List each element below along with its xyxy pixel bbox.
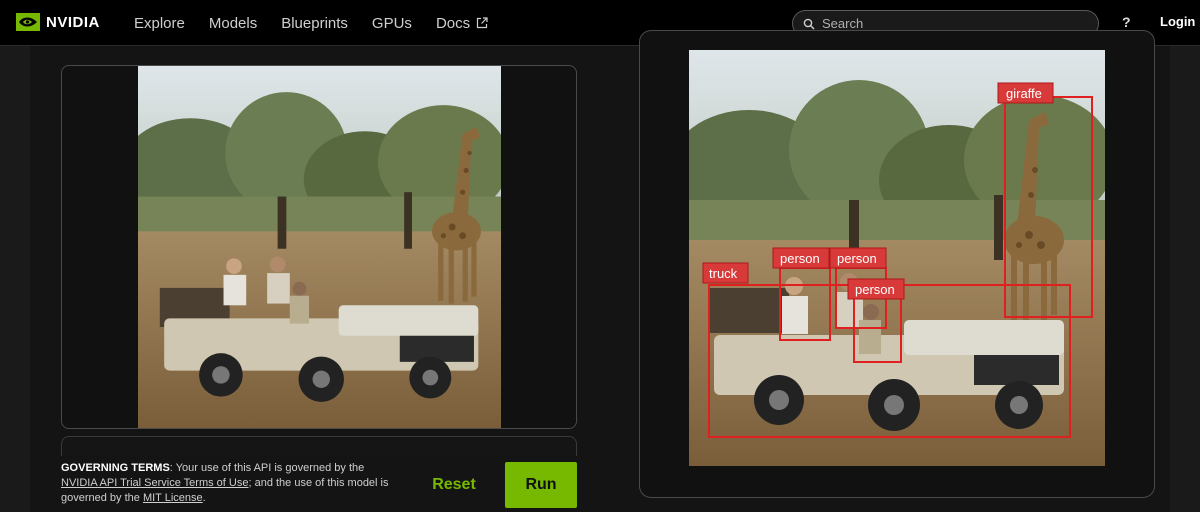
- terms-text-1: : Your use of this API is governed by th…: [169, 462, 365, 474]
- detection-label-person-2: person: [837, 251, 877, 266]
- run-button[interactable]: Run: [505, 462, 577, 508]
- login-link[interactable]: Login: [1160, 14, 1195, 29]
- search-icon: [803, 18, 815, 30]
- external-link-icon: [477, 17, 488, 29]
- detection-label-truck: truck: [709, 266, 738, 281]
- mit-license-link[interactable]: MIT License: [143, 492, 203, 504]
- detection-result-picture: giraffe truck person person person: [689, 50, 1105, 466]
- nav-item-explore[interactable]: Explore: [134, 15, 185, 32]
- output-image: giraffe truck person person person: [689, 50, 1105, 466]
- reset-button[interactable]: Reset: [424, 462, 484, 508]
- nav-item-docs-label: Docs: [435, 14, 471, 32]
- detection-label-person-3: person: [855, 282, 895, 297]
- prompt-frame: [61, 436, 577, 456]
- governing-terms: GOVERNING TERMS: Your use of this API is…: [61, 461, 401, 506]
- nav-item-docs[interactable]: Docs: [436, 15, 488, 32]
- nav-item-models[interactable]: Models: [209, 15, 257, 32]
- main-nav: Explore Models Blueprints GPUs Docs: [134, 0, 488, 46]
- search-input[interactable]: [822, 16, 1082, 31]
- nvidia-eye-icon: [16, 13, 40, 31]
- help-button[interactable]: ?: [1122, 14, 1131, 30]
- nav-item-blueprints[interactable]: Blueprints: [281, 15, 348, 32]
- terms-text-3: .: [202, 492, 206, 504]
- terms-heading: GOVERNING TERMS: [61, 462, 170, 474]
- input-image: [138, 66, 501, 428]
- nvidia-logo[interactable]: NVIDIA: [16, 13, 100, 31]
- brand-name: NVIDIA: [46, 13, 100, 31]
- detection-label-giraffe: giraffe: [1006, 86, 1042, 101]
- terms-of-use-link[interactable]: NVIDIA API Trial Service Terms of Use: [61, 477, 248, 489]
- nav-item-gpus[interactable]: GPUs: [372, 15, 412, 32]
- safari-scene-picture: [138, 66, 501, 428]
- detection-label-person-1: person: [780, 251, 820, 266]
